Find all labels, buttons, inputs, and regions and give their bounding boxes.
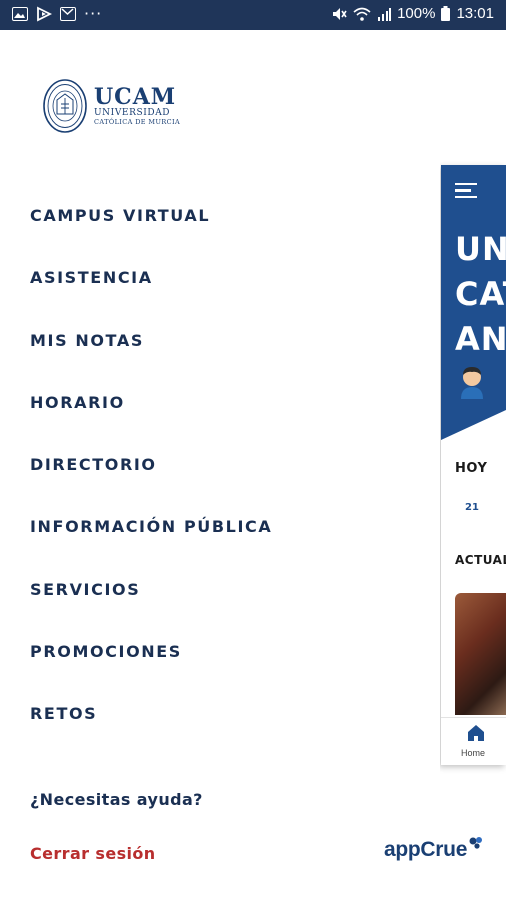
clock: 13:01 [456, 5, 494, 22]
background-app-screen[interactable]: UNCATAN HOY 21 ACTUAL Home [441, 165, 506, 765]
help-link[interactable]: ¿Necesitas ayuda? [30, 790, 203, 809]
mail-icon [60, 7, 76, 21]
menu-item-campus-virtual[interactable]: CAMPUS VIRTUAL [30, 206, 272, 268]
navigation-drawer: UCAM UNIVERSIDAD CATÓLICA DE MURCIA CAMP… [0, 30, 483, 900]
appcrue-wordmark: appCrue [384, 838, 468, 861]
system-indicators: 100% 13:01 [331, 5, 494, 22]
menu-item-servicios[interactable]: SERVICIOS [30, 580, 272, 642]
menu-item-asistencia[interactable]: ASISTENCIA [30, 268, 272, 330]
menu-item-directorio[interactable]: DIRECTORIO [30, 455, 272, 517]
drawer-menu: CAMPUS VIRTUAL ASISTENCIA MIS NOTAS HORA… [30, 206, 272, 767]
play-store-icon [37, 6, 52, 22]
menu-item-horario[interactable]: HORARIO [30, 393, 272, 455]
image-icon [12, 7, 28, 21]
wifi-icon [353, 7, 371, 21]
battery-icon [441, 6, 451, 21]
appcrue-logo: appCrue [384, 837, 484, 862]
avatar-icon [461, 367, 483, 399]
logo-subtitle: UNIVERSIDAD [94, 108, 171, 118]
bottom-tab-bar: Home [441, 717, 506, 765]
hero-banner: UNCATAN [441, 165, 506, 440]
notification-icons: ··· [12, 6, 102, 22]
tab-home-label[interactable]: Home [461, 748, 485, 758]
more-dots-icon: ··· [84, 4, 103, 23]
hamburger-menu-icon[interactable] [455, 183, 477, 202]
menu-item-retos[interactable]: RETOS [30, 704, 272, 766]
ucam-logo: UCAM UNIVERSIDAD CATÓLICA DE MURCIA [42, 78, 180, 134]
news-photo[interactable] [455, 593, 506, 715]
signal-icon [378, 7, 392, 21]
logout-link[interactable]: Cerrar sesión [30, 844, 156, 863]
menu-item-promociones[interactable]: PROMOCIONES [30, 642, 272, 704]
calendar-day[interactable]: 21 [465, 502, 479, 513]
menu-item-mis-notas[interactable]: MIS NOTAS [30, 331, 272, 393]
university-seal-icon [43, 79, 87, 133]
appcrue-mark-icon [469, 837, 483, 849]
logo-subtitle-2: CATÓLICA DE MURCIA [94, 118, 181, 126]
battery-percent: 100% [397, 5, 436, 22]
menu-item-informacion-publica[interactable]: INFORMACIÓN PÚBLICA [30, 517, 272, 579]
hero-title: UNCATAN [455, 230, 506, 358]
mute-icon [333, 7, 347, 20]
news-section-label: ACTUAL [455, 553, 506, 567]
logo-title: UCAM [94, 84, 177, 110]
home-icon[interactable] [467, 724, 485, 742]
today-label: HOY [455, 461, 488, 476]
status-bar: ··· 100% 13:01 [0, 0, 506, 30]
